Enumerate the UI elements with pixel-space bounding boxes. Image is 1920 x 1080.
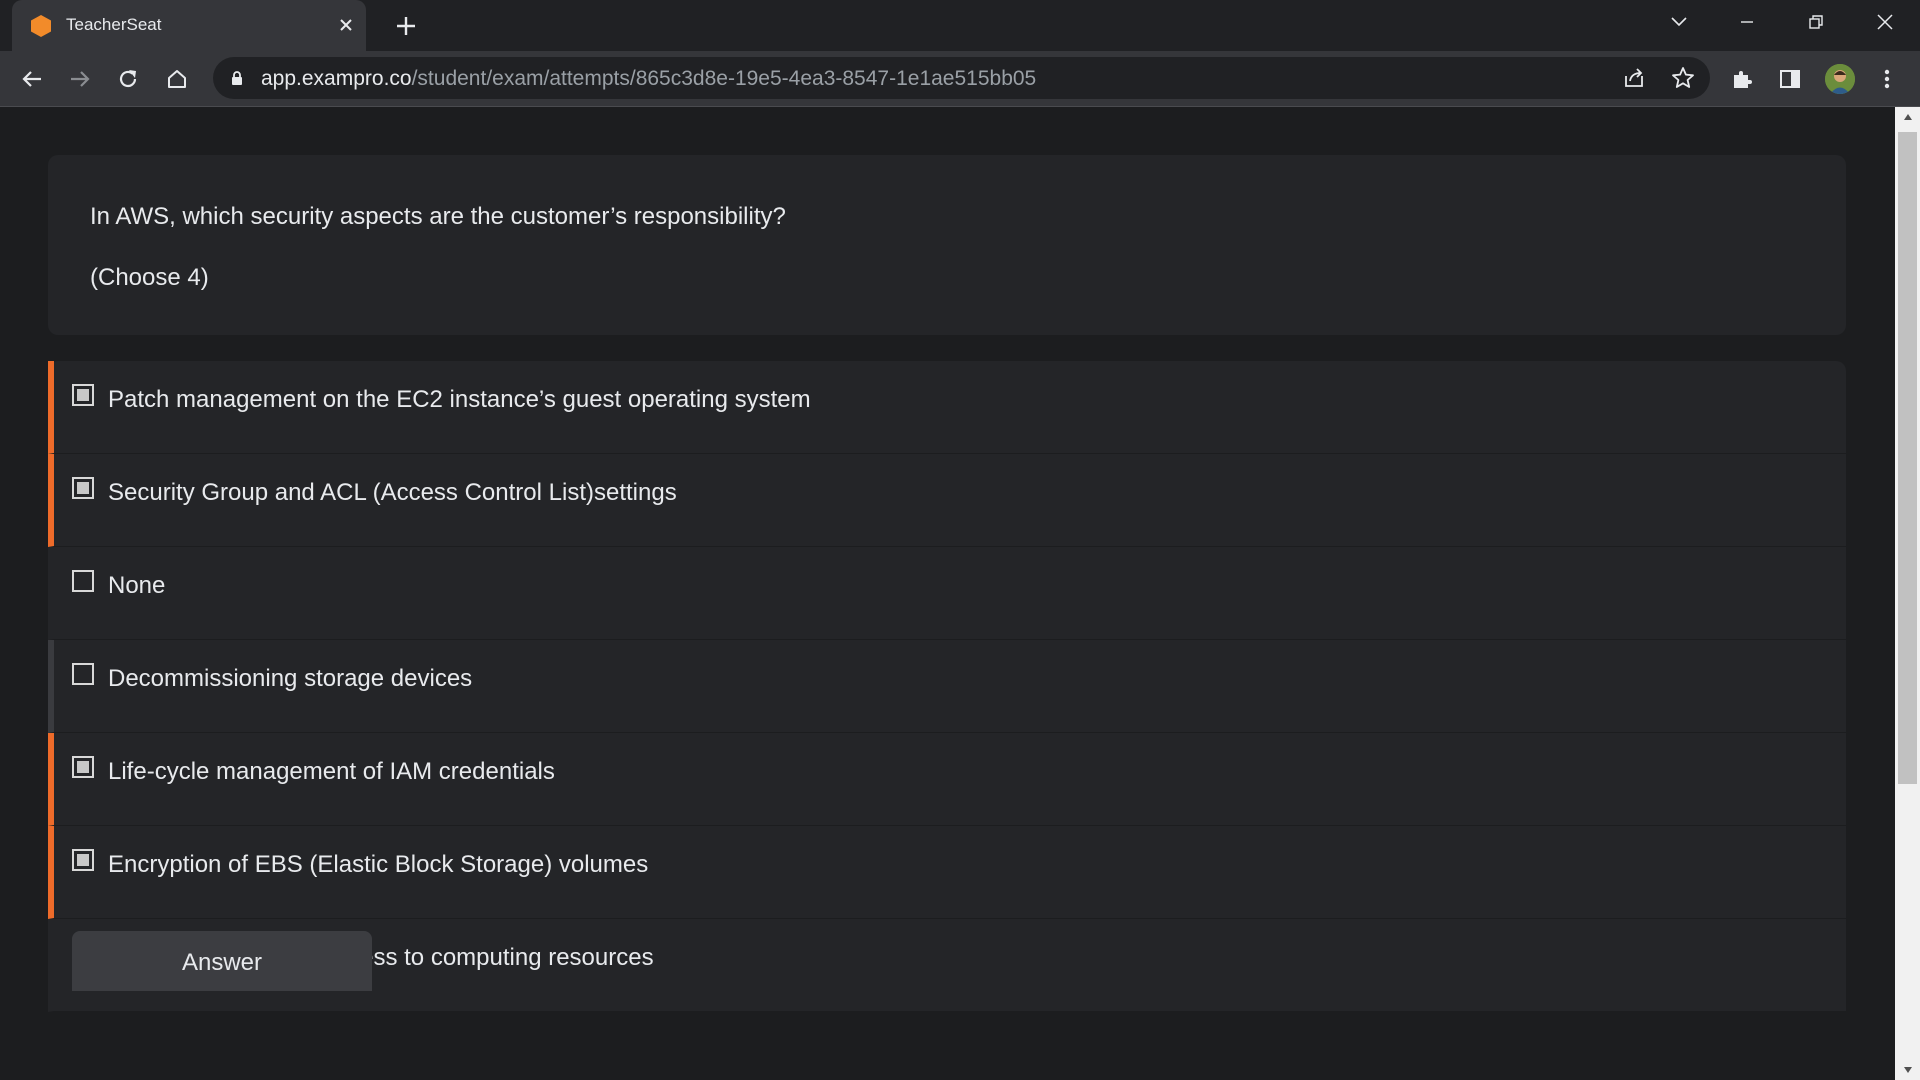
minimize-icon[interactable]: [1730, 8, 1764, 36]
option-row[interactable]: Security Group and ACL (Access Control L…: [48, 454, 1846, 547]
option-label: Security Group and ACL (Access Control L…: [108, 479, 677, 506]
option-label: Decommissioning storage devices: [108, 665, 473, 692]
browser-toolbar: app.exampro.co/student/exam/attempts/865…: [0, 51, 1920, 107]
option-checkbox[interactable]: [72, 477, 94, 499]
scrollbar-thumb[interactable]: [1898, 132, 1917, 784]
option-label: Life-cycle management of IAM credentials: [108, 758, 555, 785]
option-checkbox[interactable]: [72, 663, 94, 685]
option-row[interactable]: Life-cycle management of IAM credentials: [48, 733, 1846, 826]
browser-tab[interactable]: TeacherSeat: [12, 0, 366, 51]
close-tab-icon[interactable]: [334, 13, 358, 37]
new-tab-icon[interactable]: [392, 12, 420, 40]
bookmark-star-icon[interactable]: [1670, 65, 1696, 91]
close-window-icon[interactable]: [1868, 8, 1902, 36]
option-row[interactable]: None: [48, 547, 1846, 640]
lock-icon[interactable]: [229, 70, 245, 86]
back-arrow-icon[interactable]: [17, 64, 47, 94]
restore-icon[interactable]: [1799, 8, 1833, 36]
url-text[interactable]: app.exampro.co/student/exam/attempts/865…: [261, 67, 1036, 91]
option-checkbox[interactable]: [72, 570, 94, 592]
option-checkbox[interactable]: [72, 756, 94, 778]
tab-search-chevron-icon[interactable]: [1662, 8, 1696, 36]
reload-icon[interactable]: [113, 64, 143, 94]
options-list: Patch management on the EC2 instance’s g…: [48, 361, 1846, 1012]
scroll-down-arrow-icon[interactable]: [1895, 1060, 1920, 1080]
question-text: In AWS, which security aspects are the c…: [90, 203, 786, 230]
option-row[interactable]: Decommissioning storage devices: [48, 640, 1846, 733]
question-note: (Choose 4): [90, 264, 209, 291]
scroll-up-arrow-icon[interactable]: [1895, 107, 1920, 127]
option-row[interactable]: Encryption of EBS (Elastic Block Storage…: [48, 826, 1846, 919]
answer-button[interactable]: Answer: [72, 931, 372, 991]
address-bar[interactable]: app.exampro.co/student/exam/attempts/865…: [213, 57, 1710, 99]
url-host: app.exampro.co: [261, 67, 412, 90]
option-label: Patch management on the EC2 instance’s g…: [108, 386, 811, 413]
option-row[interactable]: Patch management on the EC2 instance’s g…: [48, 361, 1846, 454]
option-label: Encryption of EBS (Elastic Block Storage…: [108, 851, 649, 878]
option-checkbox[interactable]: [72, 849, 94, 871]
profile-avatar[interactable]: [1825, 64, 1855, 94]
tab-title: TeacherSeat: [66, 15, 162, 34]
kebab-menu-icon[interactable]: [1872, 64, 1902, 94]
url-path: /student/exam/attempts/865c3d8e-19e5-4ea…: [411, 67, 1037, 90]
tab-strip: TeacherSeat: [0, 0, 1920, 51]
share-icon[interactable]: [1621, 65, 1647, 91]
question-card: In AWS, which security aspects are the c…: [48, 155, 1846, 335]
home-icon[interactable]: [162, 64, 192, 94]
side-panel-icon[interactable]: [1775, 64, 1805, 94]
hexagon-favicon-icon: [29, 14, 53, 38]
forward-arrow-icon[interactable]: [65, 64, 95, 94]
page-scrollbar[interactable]: [1895, 107, 1920, 1080]
option-checkbox[interactable]: [72, 384, 94, 406]
extensions-puzzle-icon[interactable]: [1727, 64, 1757, 94]
option-label: None: [108, 572, 166, 599]
